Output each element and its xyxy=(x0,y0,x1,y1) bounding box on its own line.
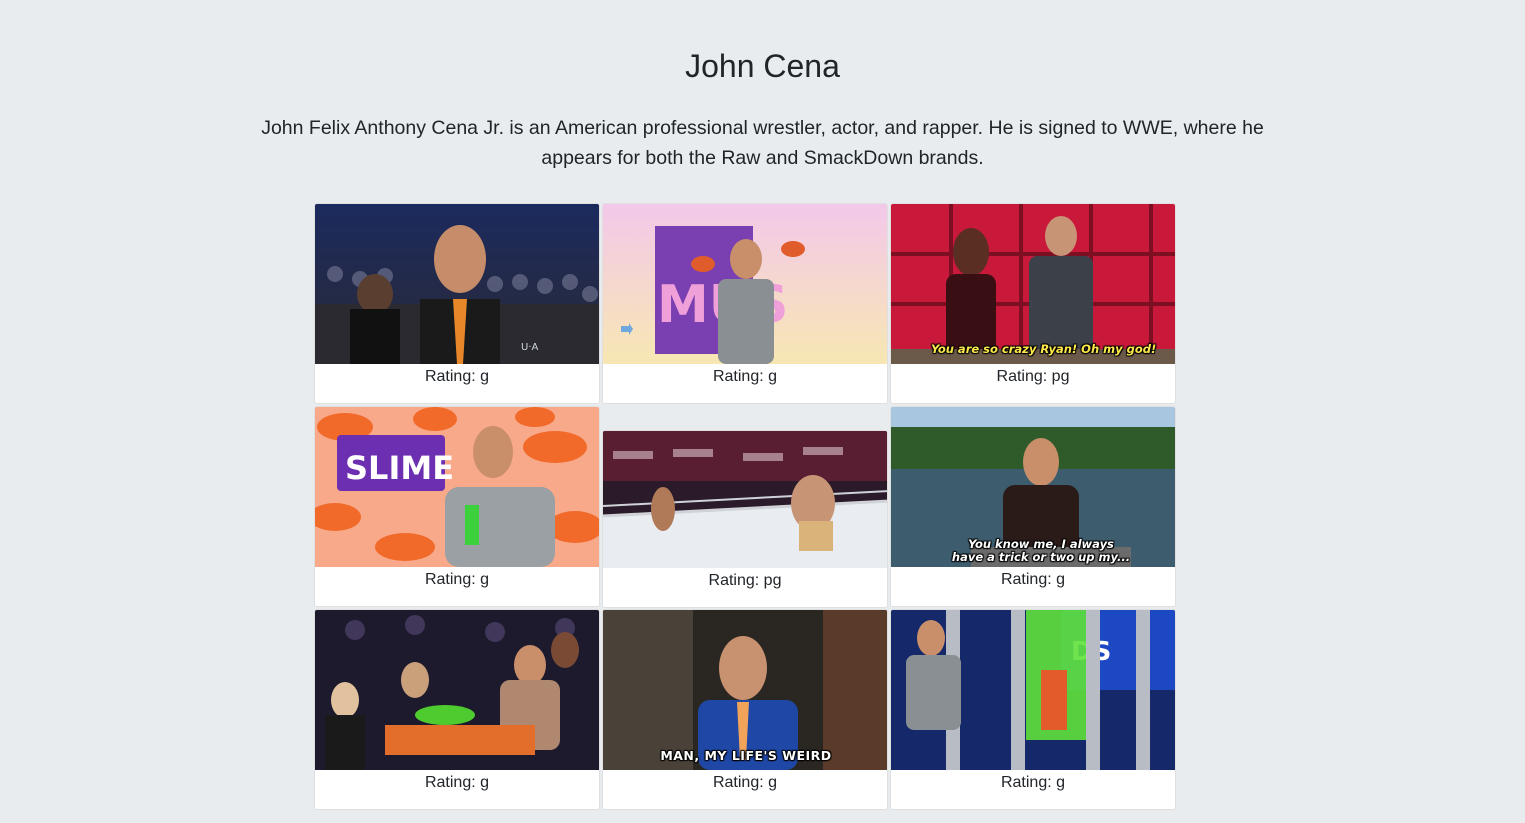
gif-caption: You are so crazy Ryan! Oh my god! xyxy=(931,342,1157,356)
gif-card[interactable]: You are so crazy Ryan! Oh my god! Rating… xyxy=(890,203,1176,404)
gif-grid: U·A Rating: g MUS xyxy=(314,203,1178,823)
gif-rating: Rating: g xyxy=(1000,571,1066,588)
svg-text:U·A: U·A xyxy=(521,342,538,353)
gif-image[interactable]: You know me, I always have a trick or tw… xyxy=(891,407,1175,567)
sign-text: SLIME xyxy=(345,449,454,487)
gif-card[interactable]: Rating: g xyxy=(314,609,600,810)
gif-image[interactable]: MAN, MY LIFE'S WEIRD xyxy=(603,610,887,770)
gif-image[interactable]: DS xyxy=(891,610,1175,770)
gif-rating: Rating: pg xyxy=(996,368,1070,385)
page-description: John Felix Anthony Cena Jr. is an Americ… xyxy=(261,117,1264,169)
gif-image[interactable] xyxy=(603,431,887,568)
gif-caption: MAN, MY LIFE'S WEIRD xyxy=(660,748,832,763)
gif-card[interactable]: You know me, I always have a trick or tw… xyxy=(890,406,1176,607)
gif-image[interactable]: SLIME xyxy=(315,407,599,567)
gif-rating: Rating: pg xyxy=(708,572,782,589)
gif-caption: You know me, I always have a trick or tw… xyxy=(951,537,1131,564)
gif-image[interactable]: MUS xyxy=(603,204,887,364)
gif-image[interactable] xyxy=(315,610,599,770)
gif-card[interactable]: Rating: pg xyxy=(602,430,888,608)
gif-rating: Rating: g xyxy=(712,774,778,791)
gif-card[interactable]: SLIME Rating: g xyxy=(314,406,600,607)
gif-rating: Rating: g xyxy=(424,368,490,385)
gif-card[interactable]: MAN, MY LIFE'S WEIRD Rating: g xyxy=(602,609,888,810)
gif-image[interactable]: You are so crazy Ryan! Oh my god! xyxy=(891,204,1175,364)
gif-rating: Rating: g xyxy=(712,368,778,385)
gif-card[interactable]: DS Rating: g xyxy=(890,609,1176,810)
gif-image[interactable]: U·A xyxy=(315,204,599,364)
gif-rating: Rating: g xyxy=(424,571,490,588)
gif-rating: Rating: g xyxy=(424,774,490,791)
gif-card[interactable]: U·A Rating: g xyxy=(314,203,600,404)
gif-rating: Rating: g xyxy=(1000,774,1066,791)
gif-card[interactable]: MUS Rating: g xyxy=(602,203,888,404)
page-header: John Cena John Felix Anthony Cena Jr. is… xyxy=(0,0,1525,173)
page-title: John Cena xyxy=(685,48,840,84)
